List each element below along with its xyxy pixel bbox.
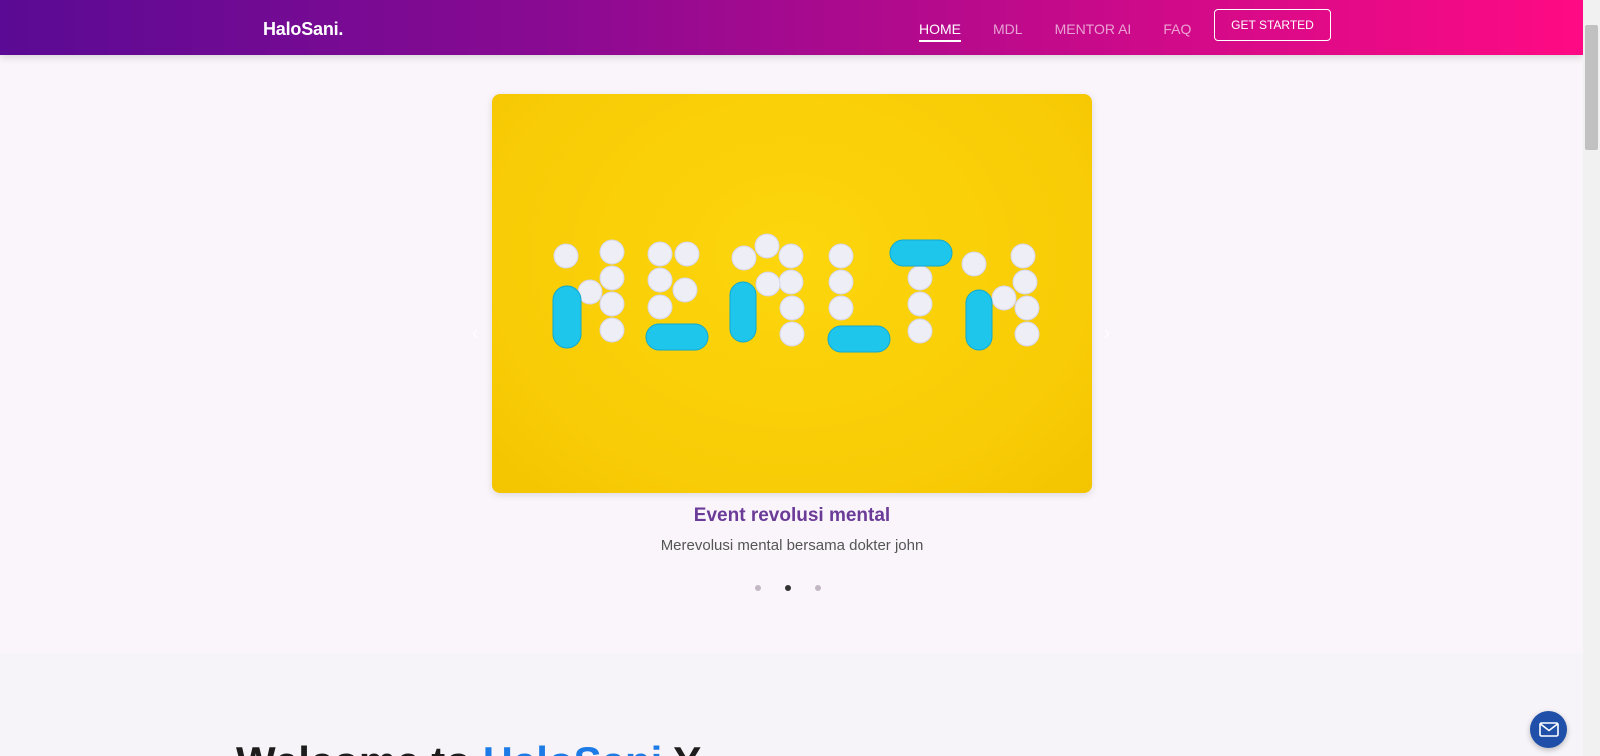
nav-item-home[interactable]: HOME <box>919 20 961 42</box>
carousel-dot-1[interactable] <box>755 585 761 591</box>
mail-contact-button[interactable] <box>1530 711 1567 748</box>
header-bar: HaloSani. HOME MDL MENTOR AI FAQ GET STA… <box>0 0 1583 55</box>
get-started-button[interactable]: GET STARTED <box>1214 9 1331 41</box>
page-scrollbar[interactable] <box>1583 0 1600 756</box>
carousel-dot-2[interactable] <box>785 585 791 591</box>
carousel-dot-3[interactable] <box>815 585 821 591</box>
brand-logo[interactable]: HaloSani. <box>263 19 343 40</box>
nav-item-mentor-ai[interactable]: MENTOR AI <box>1055 20 1132 38</box>
main-nav: HOME MDL MENTOR AI FAQ <box>919 20 1223 42</box>
mail-icon <box>1538 722 1559 737</box>
nav-item-mdl[interactable]: MDL <box>993 20 1023 38</box>
welcome-highlight: HaloSani <box>483 738 663 756</box>
carousel-prev-button[interactable]: ‹ <box>467 322 483 343</box>
carousel-caption-title: Event revolusi mental <box>693 505 891 526</box>
nav-item-faq[interactable]: FAQ <box>1163 20 1191 38</box>
carousel-next-button[interactable]: › <box>1099 322 1115 343</box>
scroll-thumb[interactable] <box>1585 25 1598 150</box>
health-pills-illustration <box>552 233 1040 353</box>
carousel-indicators <box>755 585 821 591</box>
welcome-heading: Welcome to HaloSani Y <box>236 738 701 756</box>
carousel-caption-subtitle: Merevolusi mental bersama dokter john <box>660 537 924 554</box>
welcome-prefix: Welcome to <box>236 738 483 756</box>
carousel-slide-image <box>492 94 1092 493</box>
chevron-right-icon: › <box>1104 322 1110 343</box>
chevron-left-icon: ‹ <box>472 322 478 343</box>
welcome-suffix: Y <box>662 738 701 756</box>
